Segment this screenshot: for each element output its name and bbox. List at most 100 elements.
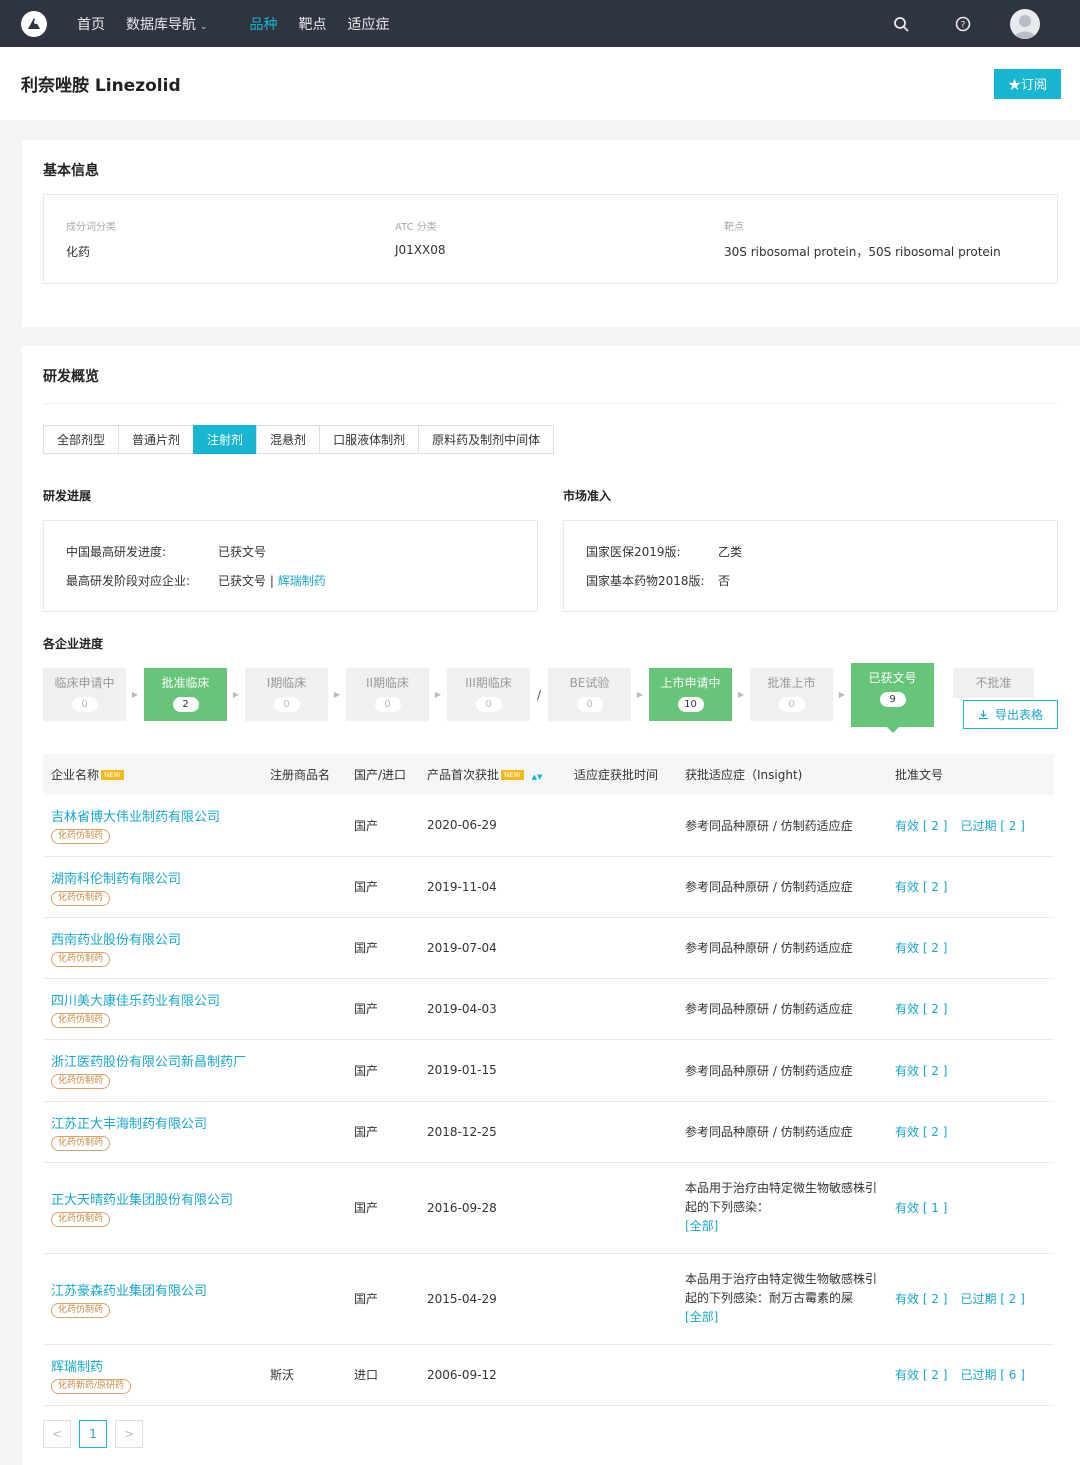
logo-icon[interactable] bbox=[21, 10, 47, 37]
company-table: 企业名称 NEW 注册商品名 国产/进口 产品首次获批 NEW ▲▼ 适应症获批时间 … bbox=[43, 754, 1054, 1406]
table-row: 湖南科伦制药有限公司 化药仿制药 国产 2019-11-04 参考同品种原研 / 仿制药… bbox=[43, 856, 1054, 918]
progress-key: 中国最高研发进度: bbox=[66, 545, 167, 559]
company-link[interactable]: 吉林省博大伟业制药有限公司 bbox=[51, 806, 262, 825]
indication-time-cell bbox=[566, 1039, 677, 1102]
nav-home[interactable]: 首页 bbox=[77, 14, 105, 34]
valid-approvals-link[interactable]: 有效 [ 2 ] bbox=[895, 941, 947, 955]
expired-approvals-link[interactable]: 已过期 [ 2 ] bbox=[960, 1292, 1024, 1306]
origin-cell: 国产 bbox=[346, 856, 419, 918]
next-page-button[interactable]: > bbox=[115, 1419, 143, 1448]
drug-type-badge: 化药新药/原研药 bbox=[51, 1378, 132, 1394]
valid-approvals-link[interactable]: 有效 [ 2 ] bbox=[895, 1368, 947, 1382]
company-link[interactable]: 江苏正大丰海制药有限公司 bbox=[51, 1113, 262, 1132]
stage-item[interactable]: 批准上市 0 bbox=[750, 668, 833, 721]
info-value: 30S ribosomal protein，50S ribosomal prot… bbox=[724, 245, 1001, 259]
avatar[interactable] bbox=[1010, 8, 1040, 39]
indication-cell: 参考同品种原研 / 仿制药适应症 bbox=[677, 856, 887, 918]
new-badge: NEW bbox=[101, 770, 124, 780]
valid-approvals-link[interactable]: 有效 [ 2 ] bbox=[895, 1064, 947, 1078]
tab-oral-liquid[interactable]: 口服液体制剂 bbox=[319, 425, 420, 454]
expired-approvals-link[interactable]: 已过期 [ 6 ] bbox=[960, 1368, 1024, 1382]
stage-item[interactable]: 不批准 bbox=[953, 668, 1034, 698]
arrow-right-icon: ▶ bbox=[737, 690, 745, 699]
valid-approvals-link[interactable]: 有效 [ 2 ] bbox=[895, 1292, 947, 1306]
stage-label: 批准临床 bbox=[161, 676, 210, 690]
brand-cell bbox=[262, 1101, 346, 1163]
help-icon[interactable]: ? bbox=[954, 15, 972, 33]
svg-text:?: ? bbox=[961, 20, 966, 30]
divider bbox=[43, 403, 1058, 404]
stage-count: 10 bbox=[677, 697, 704, 712]
company-link[interactable]: 正大天晴药业集团股份有限公司 bbox=[51, 1189, 262, 1208]
progress-title: 研发进展 bbox=[43, 489, 92, 503]
export-table-button[interactable]: 导出表格 bbox=[963, 700, 1058, 729]
stage-count: 0 bbox=[71, 697, 98, 712]
nav-indications[interactable]: 适应症 bbox=[348, 14, 390, 34]
origin-cell: 进口 bbox=[346, 1344, 419, 1406]
company-cell: 四川美大康佳乐药业有限公司 化药仿制药 bbox=[43, 978, 262, 1040]
basic-info-title: 基本信息 bbox=[43, 163, 99, 179]
company-link[interactable]: 西南药业股份有限公司 bbox=[51, 929, 262, 948]
valid-approvals-link[interactable]: 有效 [ 2 ] bbox=[895, 1125, 947, 1139]
company-link[interactable]: 辉瑞制药 bbox=[278, 574, 326, 588]
valid-approvals-link[interactable]: 有效 [ 1 ] bbox=[895, 1201, 947, 1215]
origin-cell: 国产 bbox=[346, 795, 419, 857]
date-cell: 2019-01-15 bbox=[419, 1039, 566, 1102]
subscribe-button[interactable]: ★订阅 bbox=[993, 68, 1061, 99]
company-link[interactable]: 浙江医药股份有限公司新昌制药厂 bbox=[51, 1051, 262, 1070]
search-icon[interactable] bbox=[892, 15, 910, 33]
rd-overview-title: 研发概览 bbox=[43, 369, 99, 385]
company-link[interactable]: 湖南科伦制药有限公司 bbox=[51, 868, 262, 887]
stage-item[interactable]: BE试验 0 bbox=[548, 668, 631, 721]
indication-more-link[interactable]: [全部] bbox=[685, 1219, 718, 1233]
stage-item[interactable]: 上市申请中 10 bbox=[649, 668, 732, 721]
stage-label: 临床申请中 bbox=[54, 676, 115, 690]
tab-api[interactable]: 原料药及制剂中间体 bbox=[418, 425, 555, 454]
tab-all[interactable]: 全部剂型 bbox=[43, 425, 120, 454]
valid-approvals-link[interactable]: 有效 [ 2 ] bbox=[895, 1002, 947, 1016]
stage-item[interactable]: II期临床 0 bbox=[346, 668, 429, 721]
stage-item[interactable]: 批准临床 2 bbox=[144, 668, 227, 721]
insurance-link[interactable]: 乙类 bbox=[718, 543, 742, 560]
tab-tablet[interactable]: 普通片剂 bbox=[118, 425, 195, 454]
col-origin: 国产/进口 bbox=[354, 768, 407, 782]
nav-varieties[interactable]: 品种 bbox=[250, 14, 278, 34]
tab-suspension[interactable]: 混悬剂 bbox=[256, 425, 321, 454]
page-title: 利奈唑胺 Linezolid bbox=[21, 76, 181, 96]
page-1-button[interactable]: 1 bbox=[79, 1419, 107, 1448]
stage-label: I期临床 bbox=[266, 676, 307, 690]
company-link[interactable]: 四川美大康佳乐药业有限公司 bbox=[51, 990, 262, 1009]
approval-cell: 有效 [ 2 ] bbox=[887, 856, 1054, 918]
drug-type-badge: 化药仿制药 bbox=[51, 829, 111, 845]
col-first-approval[interactable]: 产品首次获批 NEW ▲▼ bbox=[419, 754, 566, 795]
brand-cell bbox=[262, 978, 346, 1040]
arrow-right-icon: ▶ bbox=[232, 690, 240, 699]
company-cell: 湖南科伦制药有限公司 化药仿制药 bbox=[43, 856, 262, 918]
valid-approvals-link[interactable]: 有效 [ 2 ] bbox=[895, 880, 947, 894]
indication-time-cell bbox=[566, 1344, 677, 1406]
company-link[interactable]: 辉瑞制药 bbox=[51, 1356, 262, 1375]
nav-targets[interactable]: 靶点 bbox=[299, 14, 327, 34]
date-cell: 2006-09-12 bbox=[419, 1344, 566, 1406]
progress-section: 研发进展 中国最高研发进度: 已获文号 最高研发阶段对应企业: 已获文号 | 辉瑞制… bbox=[43, 487, 538, 612]
stage-item[interactable]: I期临床 0 bbox=[245, 668, 328, 721]
col-first-approval-label: 产品首次获批 bbox=[427, 768, 500, 782]
stage-item[interactable]: III期临床 0 bbox=[447, 668, 530, 721]
col-indication: 获批适应症（Insight) bbox=[685, 768, 803, 782]
indication-more-link[interactable]: [全部] bbox=[685, 1310, 718, 1324]
stage-item-selected[interactable]: 已获文号 9 bbox=[851, 663, 934, 733]
prev-page-button[interactable]: < bbox=[43, 1419, 71, 1448]
company-link[interactable]: 江苏豪森药业集团有限公司 bbox=[51, 1280, 262, 1299]
valid-approvals-link[interactable]: 有效 [ 2 ] bbox=[895, 819, 947, 833]
indication-text: 参考同品种原研 / 仿制药适应症 bbox=[685, 1063, 853, 1078]
indication-cell: 参考同品种原研 / 仿制药适应症 bbox=[677, 1039, 887, 1102]
stage-item[interactable]: 临床申请中 0 bbox=[43, 668, 126, 721]
indication-text: 参考同品种原研 / 仿制药适应症 bbox=[685, 941, 853, 955]
export-label: 导出表格 bbox=[994, 708, 1043, 722]
tab-injection[interactable]: 注射剂 bbox=[193, 425, 258, 454]
market-key: 国家医保2019版: bbox=[586, 545, 681, 559]
nav-database[interactable]: 数据库导航 ⌄ bbox=[126, 14, 208, 34]
sort-icon[interactable]: ▲▼ bbox=[532, 773, 543, 781]
expired-approvals-link[interactable]: 已过期 [ 2 ] bbox=[960, 819, 1024, 833]
origin-cell: 国产 bbox=[346, 1039, 419, 1102]
